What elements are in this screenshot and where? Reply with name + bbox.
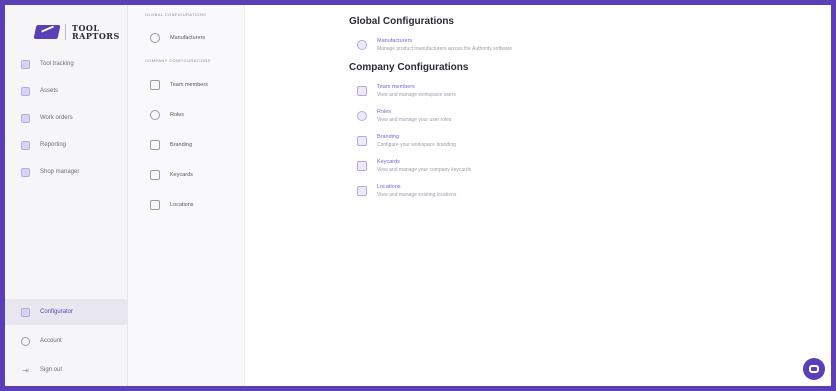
config-desc: View and manage your user roles <box>377 117 452 123</box>
nav-item-shop-manager[interactable]: Shop manager <box>5 159 127 185</box>
config-desc: Manage product manufacturers across the … <box>377 46 513 52</box>
subnav-item-branding[interactable]: Branding <box>128 133 244 157</box>
config-card-team-members[interactable]: Team members View and manage workspace u… <box>349 83 831 99</box>
subnav-item-roles[interactable]: Roles <box>128 103 244 127</box>
nav-item-reporting[interactable]: Reporting <box>5 132 127 158</box>
roles-icon <box>150 110 160 120</box>
company-config-title: Company Configurations <box>349 62 469 73</box>
config-name: Branding <box>377 134 400 140</box>
branding-icon <box>150 140 160 150</box>
work-orders-icon <box>21 113 30 123</box>
config-name: Locations <box>377 184 401 190</box>
team-members-icon <box>357 86 367 96</box>
assets-icon <box>21 86 30 96</box>
brand-line-2: RAPTORS <box>72 31 120 41</box>
company-config-heading: COMPANY CONFIGURATIONS <box>145 58 211 63</box>
configurator-icon <box>21 307 30 317</box>
nav-item-account[interactable]: Account <box>5 328 127 354</box>
config-card-keycards[interactable]: Keycards View and manage your company ke… <box>349 158 831 174</box>
shop-manager-icon <box>21 167 30 177</box>
config-card-branding[interactable]: Branding Configure your workspace brandi… <box>349 133 831 149</box>
nav-item-tool-tracking[interactable]: Tool tracking <box>5 51 127 77</box>
subnav-item-team-members[interactable]: Team members <box>128 73 244 97</box>
logo-mark-icon <box>33 25 61 39</box>
subnav-item-locations[interactable]: Locations <box>128 193 244 217</box>
account-icon <box>21 336 30 346</box>
keycards-icon <box>150 170 160 180</box>
config-card-locations[interactable]: Locations View and manage existing locat… <box>349 183 831 199</box>
app-window: TOOL RAPTORS Tool tracking Assets Work o… <box>5 5 831 386</box>
main-content: Global Configurations Manufacturers Mana… <box>245 5 831 386</box>
config-card-manufacturers[interactable]: Manufacturers Manage product manufacture… <box>349 37 831 53</box>
brand-logo: TOOL RAPTORS <box>5 5 127 45</box>
reporting-icon <box>21 140 30 150</box>
global-config-heading: GLOBAL CONFIGURATIONS <box>145 12 207 17</box>
branding-icon <box>357 136 367 146</box>
manufacturers-icon <box>357 40 367 50</box>
config-desc: View and manage your company keycards <box>377 167 472 173</box>
config-name: Roles <box>377 109 392 115</box>
global-config-title: Global Configurations <box>349 16 454 27</box>
config-name: Keycards <box>377 159 400 165</box>
nav-list: Tool tracking Assets Work orders Reporti… <box>5 51 127 186</box>
keycards-icon <box>357 161 367 171</box>
chat-launcher-button[interactable] <box>803 358 825 380</box>
locations-icon <box>357 186 367 196</box>
tool-tracking-icon <box>21 59 30 69</box>
subnav-item-manufacturers[interactable]: Manufacturers <box>128 26 244 50</box>
nav-item-assets[interactable]: Assets <box>5 78 127 104</box>
sign-out-icon: ⇥ <box>22 365 29 375</box>
team-members-icon <box>150 80 160 90</box>
roles-icon <box>357 111 367 121</box>
manufacturers-icon <box>150 33 160 43</box>
config-sidebar: GLOBAL CONFIGURATIONS Manufacturers COMP… <box>128 5 245 386</box>
config-name: Team members <box>377 84 415 90</box>
nav-bottom: Configurator Account ⇥ Sign out <box>5 299 127 386</box>
nav-item-configurator[interactable]: Configurator <box>5 299 127 325</box>
config-desc: View and manage existing locations <box>377 192 457 198</box>
config-card-roles[interactable]: Roles View and manage your user roles <box>349 108 831 124</box>
config-desc: Configure your workspace branding <box>377 142 456 148</box>
subnav-item-keycards[interactable]: Keycards <box>128 163 244 187</box>
primary-sidebar: TOOL RAPTORS Tool tracking Assets Work o… <box>5 5 128 386</box>
chat-icon <box>809 365 819 373</box>
nav-item-sign-out[interactable]: ⇥ Sign out <box>5 357 127 383</box>
locations-icon <box>150 200 160 210</box>
config-desc: View and manage workspace users <box>377 92 456 98</box>
config-name: Manufacturers <box>377 38 413 44</box>
nav-item-work-orders[interactable]: Work orders <box>5 105 127 131</box>
